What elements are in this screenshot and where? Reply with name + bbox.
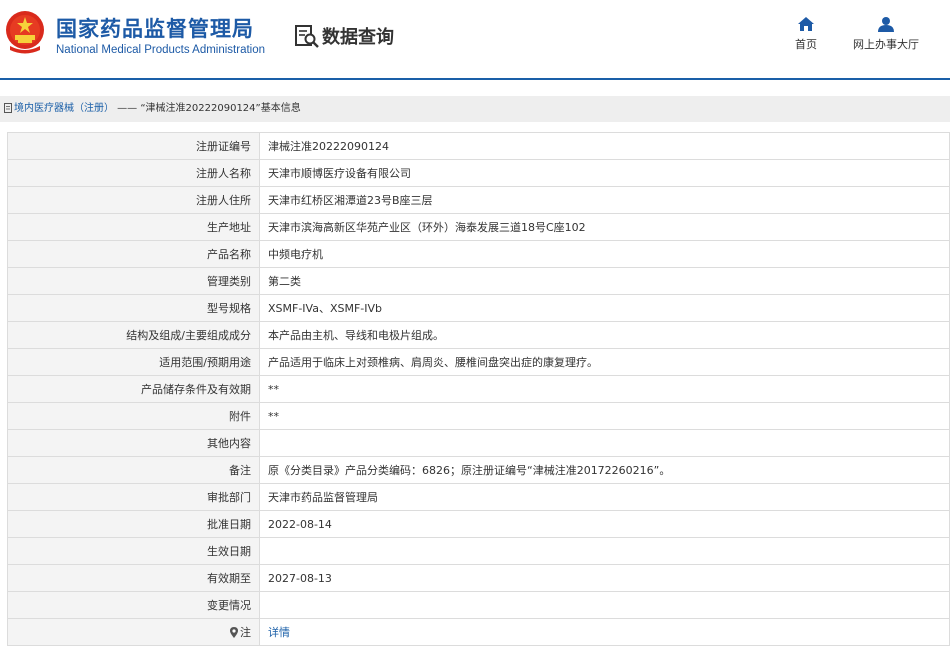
row-label: 注册人住所 <box>7 186 260 214</box>
row-value <box>259 591 950 619</box>
row-value: ** <box>259 375 950 403</box>
row-label: 型号规格 <box>7 294 260 322</box>
table-row: 适用范围/预期用途 产品适用于临床上对颈椎病、肩周炎、腰椎间盘突出症的康复理疗。 <box>7 348 950 376</box>
table-row: 生效日期 <box>7 537 950 565</box>
row-label: 生产地址 <box>7 213 260 241</box>
row-label: 结构及组成/主要组成成分 <box>7 321 260 349</box>
row-value: 中频电疗机 <box>259 240 950 268</box>
row-label: 变更情况 <box>7 591 260 619</box>
note-label-cell: 注 <box>7 618 260 646</box>
national-emblem-icon <box>6 11 44 54</box>
note-value-cell: 详情 <box>259 618 950 646</box>
table-row: 注册人名称 天津市顺博医疗设备有限公司 <box>7 159 950 187</box>
row-label: 审批部门 <box>7 483 260 511</box>
table-row: 其他内容 <box>7 429 950 457</box>
row-value: 原《分类目录》产品分类编码：6826；原注册证编号“津械注准2017226021… <box>259 456 950 484</box>
row-value: ** <box>259 402 950 430</box>
table-row: 生产地址 天津市滨海高新区华苑产业区（环外）海泰发展三道18号C座102 <box>7 213 950 241</box>
row-value: XSMF-IVa、XSMF-IVb <box>259 294 950 322</box>
site-header: 国家药品监督管理局 National Medical Products Admi… <box>0 0 950 80</box>
row-label: 管理类别 <box>7 267 260 295</box>
table-row: 结构及组成/主要组成成分 本产品由主机、导线和电极片组成。 <box>7 321 950 349</box>
breadcrumb-separator: —— <box>114 103 141 114</box>
table-row: 审批部门 天津市药品监督管理局 <box>7 483 950 511</box>
row-value: 产品适用于临床上对颈椎病、肩周炎、腰椎间盘突出症的康复理疗。 <box>259 348 950 376</box>
registration-info-table: 注册证编号 津械注准20222090124 注册人名称 天津市顺博医疗设备有限公司 注册… <box>7 132 950 646</box>
document-search-icon <box>295 25 319 48</box>
table-row: 备注 原《分类目录》产品分类编码：6826；原注册证编号“津械注准20172260… <box>7 456 950 484</box>
row-label: 适用范围/预期用途 <box>7 348 260 376</box>
table-row: 型号规格 XSMF-IVa、XSMF-IVb <box>7 294 950 322</box>
home-icon <box>798 17 814 31</box>
row-value: 2027-08-13 <box>259 564 950 592</box>
row-label: 批准日期 <box>7 510 260 538</box>
row-label: 有效期至 <box>7 564 260 592</box>
user-icon <box>878 17 894 32</box>
table-row: 注册人住所 天津市红桥区湘潭道23号B座三层 <box>7 186 950 214</box>
pin-icon <box>230 627 238 638</box>
breadcrumb: 境内医疗器械（注册） —— “津械注准20222090124”基本信息 <box>0 96 950 122</box>
row-label: 产品名称 <box>7 240 260 268</box>
nav-home-button[interactable]: 首页 <box>790 16 822 52</box>
row-label: 附件 <box>7 402 260 430</box>
nav-online-hall-button[interactable]: 网上办事大厅 <box>848 16 924 52</box>
row-label: 生效日期 <box>7 537 260 565</box>
table-row: 批准日期 2022-08-14 <box>7 510 950 538</box>
row-value: 津械注准20222090124 <box>259 132 950 160</box>
row-label: 注册证编号 <box>7 132 260 160</box>
row-label: 产品储存条件及有效期 <box>7 375 260 403</box>
row-label: 备注 <box>7 456 260 484</box>
breadcrumb-suffix: 基本信息 <box>260 103 301 114</box>
row-value: 2022-08-14 <box>259 510 950 538</box>
row-value: 天津市红桥区湘潭道23号B座三层 <box>259 186 950 214</box>
nav-home-label: 首页 <box>795 38 817 51</box>
table-row: 管理类别 第二类 <box>7 267 950 295</box>
table-row: 产品储存条件及有效期 ** <box>7 375 950 403</box>
note-row: 注 详情 <box>7 618 950 646</box>
row-value <box>259 429 950 457</box>
row-value: 天津市顺博医疗设备有限公司 <box>259 159 950 187</box>
table-row: 产品名称 中频电疗机 <box>7 240 950 268</box>
table-row: 变更情况 <box>7 591 950 619</box>
row-value: 第二类 <box>259 267 950 295</box>
row-value: 本产品由主机、导线和电极片组成。 <box>259 321 950 349</box>
details-link[interactable]: 详情 <box>268 626 290 639</box>
site-subtitle: National Medical Products Administration <box>56 44 266 56</box>
row-value: 天津市药品监督管理局 <box>259 483 950 511</box>
breadcrumb-current: “津械注准20222090124” <box>140 103 261 114</box>
row-value <box>259 537 950 565</box>
note-label: 注 <box>240 626 251 639</box>
data-query-label: 数据查询 <box>322 27 394 48</box>
row-label: 注册人名称 <box>7 159 260 187</box>
table-row: 有效期至 2027-08-13 <box>7 564 950 592</box>
table-row: 附件 ** <box>7 402 950 430</box>
row-value: 天津市滨海高新区华苑产业区（环外）海泰发展三道18号C座102 <box>259 213 950 241</box>
site-title: 国家药品监督管理局 <box>56 17 254 41</box>
table-row: 注册证编号 津械注准20222090124 <box>7 132 950 160</box>
document-icon <box>4 103 12 113</box>
breadcrumb-section-link[interactable]: 境内医疗器械（注册） <box>14 103 114 114</box>
nav-online-hall-label: 网上办事大厅 <box>853 38 919 51</box>
data-query-heading: 数据查询 <box>294 22 394 50</box>
row-label: 其他内容 <box>7 429 260 457</box>
